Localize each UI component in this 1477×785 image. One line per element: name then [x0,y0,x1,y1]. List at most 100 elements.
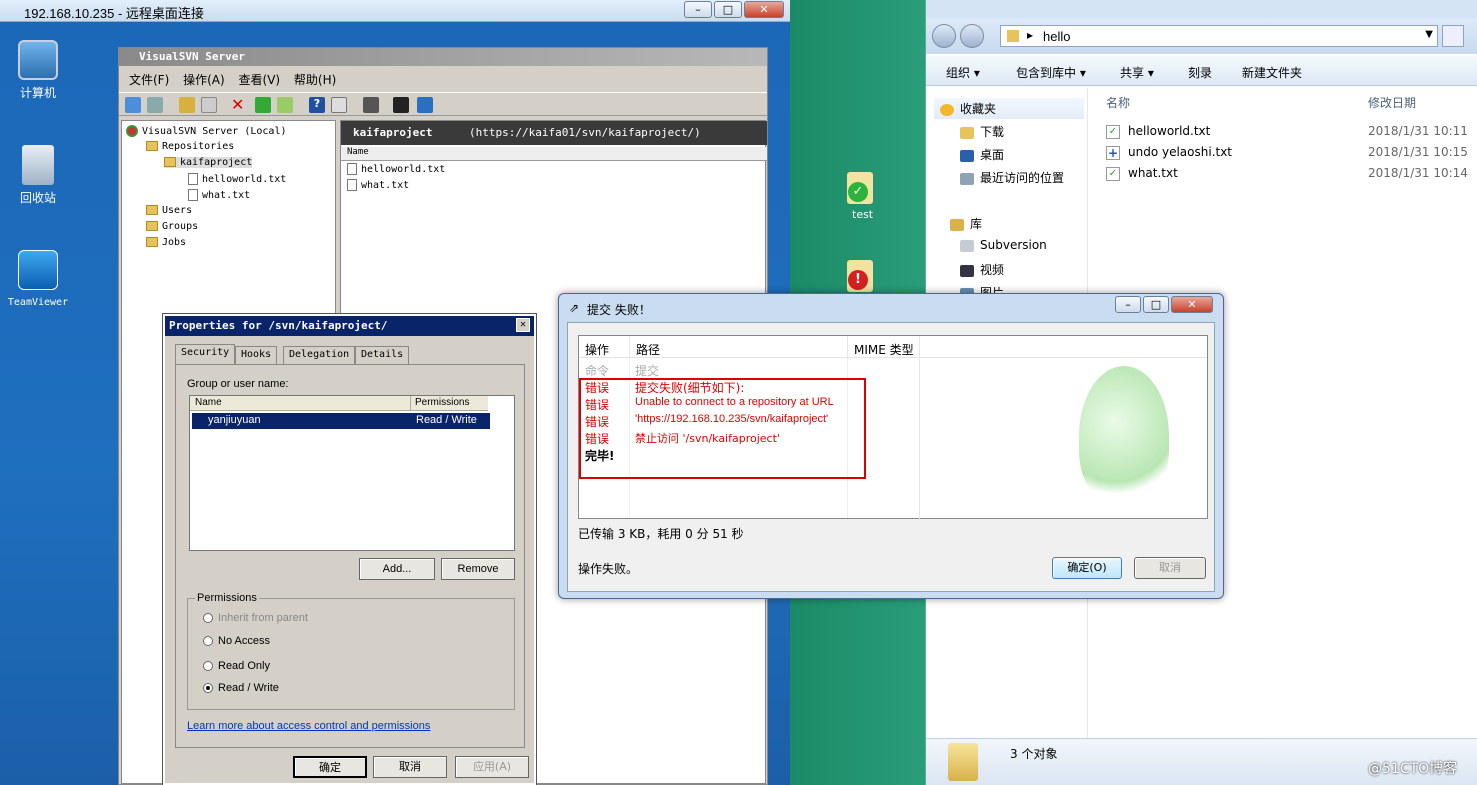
radio-inherit[interactable]: Inherit from parent [203,612,308,624]
column-action[interactable]: 操作 [585,341,609,358]
log-action: 完毕! [585,449,615,463]
cmd-icon[interactable] [393,97,409,113]
minimize-button[interactable]: – [684,1,712,18]
show-hide-tree-icon[interactable] [201,97,217,113]
close-button[interactable]: ✕ [744,1,784,18]
refresh-icon[interactable] [255,97,271,113]
properties-dialog: Properties for /svn/kaifaproject/ ✕ Secu… [162,313,537,785]
tree-repositories[interactable]: Repositories [146,141,234,152]
ok-button[interactable]: 确定 [293,756,367,778]
column-date[interactable]: 修改日期 [1368,94,1416,111]
tab-security[interactable]: Security [175,344,236,364]
chevron-down-icon[interactable]: ▼ [1425,29,1433,40]
menu-help[interactable]: 帮助(H) [294,71,336,88]
add-button[interactable]: Add... [359,558,435,580]
test-folder-label[interactable]: test [852,208,873,221]
log-path: Unable to connect to a repository at URL [635,396,834,408]
log-action: 错误 [585,432,610,446]
cancel-button[interactable]: 取消 [373,756,447,778]
column-name[interactable]: 名称 [1106,94,1130,111]
tree-file[interactable]: what.txt [188,189,250,201]
tree-root[interactable]: VisualSVN Server (Local) [126,125,287,137]
nav-videos[interactable]: 视频 [960,261,1004,278]
tree-file[interactable]: helloworld.txt [188,173,286,185]
desktop-icon-computer[interactable]: 计算机 [3,40,73,101]
nav-desktop[interactable]: 桌面 [960,146,1004,163]
list-item[interactable]: what.txt [347,179,409,191]
nav-favorites[interactable]: 收藏夹 [934,98,1084,119]
menu-file[interactable]: 文件(F) [129,71,169,88]
include-in-library-button[interactable]: 包含到库中 ▾ [1016,64,1086,81]
dialog-body: 操作 路径 MIME 类型 命令 提交 错误 提交失败(细节如下): 错误 Unabl… [567,322,1215,592]
desktop-icon-teamviewer[interactable]: TeamViewer [3,250,73,308]
remove-button[interactable]: Remove [441,558,515,580]
refresh-icon[interactable] [1442,25,1464,47]
apply-button[interactable]: 应用(A) [455,756,529,778]
tree-groups[interactable]: Groups [146,221,198,232]
tree-root-label: VisualSVN Server (Local) [142,126,287,137]
tab-delegation[interactable]: Delegation [283,346,356,364]
table-row[interactable]: yanjiuyuan Read / Write [192,413,490,429]
nav-recent[interactable]: 最近访问的位置 [960,169,1064,186]
properties-icon[interactable] [331,97,347,113]
library-icon [950,218,964,231]
organize-button[interactable]: 组织 ▾ [946,64,980,81]
tab-hooks[interactable]: Hooks [235,346,278,364]
column-header-name[interactable]: Name [341,147,767,161]
tree-jobs[interactable]: Jobs [146,237,186,248]
up-folder-icon[interactable] [179,97,195,113]
log-action: 错误 [585,381,610,395]
address-bar[interactable]: ▸ hello ▼ [1000,25,1438,47]
column-divider [919,336,920,520]
nav-libraries[interactable]: 库 [950,215,982,232]
column-path[interactable]: 路径 [629,336,660,358]
radio-read-only[interactable]: Read Only [203,660,270,672]
back-icon[interactable] [125,97,141,113]
repository-icon [164,157,176,167]
column-mime[interactable]: MIME 类型 [847,336,914,358]
maximize-button[interactable]: □ [714,1,742,18]
menu-action[interactable]: 操作(A) [183,71,225,88]
back-icon[interactable] [932,24,956,48]
powershell-icon[interactable] [417,97,433,113]
list-item[interactable]: helloworld.txt [347,163,445,175]
radio-no-access[interactable]: No Access [203,635,270,647]
file-icon [347,163,357,175]
tree-kaifaproject[interactable]: kaifaproject [164,157,253,168]
nav-subversion[interactable]: Subversion [960,238,1047,252]
new-folder-button[interactable]: 新建文件夹 [1242,64,1302,81]
console-icon[interactable] [363,97,379,113]
log-row: 错误 Unable to connect to a repository at U… [585,396,834,413]
list-item[interactable]: + undo yelaoshi.txt 2018/1/31 10:15 [1106,144,1476,162]
tree-users[interactable]: Users [146,205,192,216]
forward-icon[interactable] [147,97,163,113]
column-name[interactable]: Name [195,397,222,408]
permissions-label: Permissions [195,592,259,604]
tree-label: Jobs [162,237,187,248]
minimize-button[interactable]: – [1115,296,1141,313]
list-item[interactable]: ✓ helloworld.txt 2018/1/31 10:11 [1106,123,1476,141]
column-permissions[interactable]: Permissions [410,396,488,411]
delete-icon[interactable]: ✕ [231,97,247,113]
visualsvn-toolbar: ✕ ? [119,92,767,116]
nav-downloads[interactable]: 下载 [960,123,1004,140]
ok-button[interactable]: 确定(O) [1052,557,1122,579]
desktop-icon-recycle-bin[interactable]: 回收站 [3,145,73,206]
help-link[interactable]: Learn more about access control and perm… [187,720,430,732]
maximize-button[interactable]: □ [1143,296,1169,313]
burn-button[interactable]: 刻录 [1188,64,1212,81]
list-item[interactable]: ✓ what.txt 2018/1/31 10:14 [1106,165,1476,183]
tab-details[interactable]: Details [355,346,410,364]
radio-read-write[interactable]: Read / Write [203,682,279,694]
menu-view[interactable]: 查看(V) [239,71,281,88]
share-button[interactable]: 共享 ▾ [1120,64,1154,81]
close-button[interactable]: ✕ [1171,296,1213,313]
nav-label: 桌面 [980,148,1005,162]
column-label: Name [347,147,369,157]
help-icon[interactable]: ? [309,97,325,113]
export-icon[interactable] [277,97,293,113]
cancel-button[interactable]: 取消 [1134,557,1206,579]
forward-icon[interactable] [960,24,984,48]
radio-label: No Access [218,635,270,647]
close-icon[interactable]: ✕ [516,318,530,332]
